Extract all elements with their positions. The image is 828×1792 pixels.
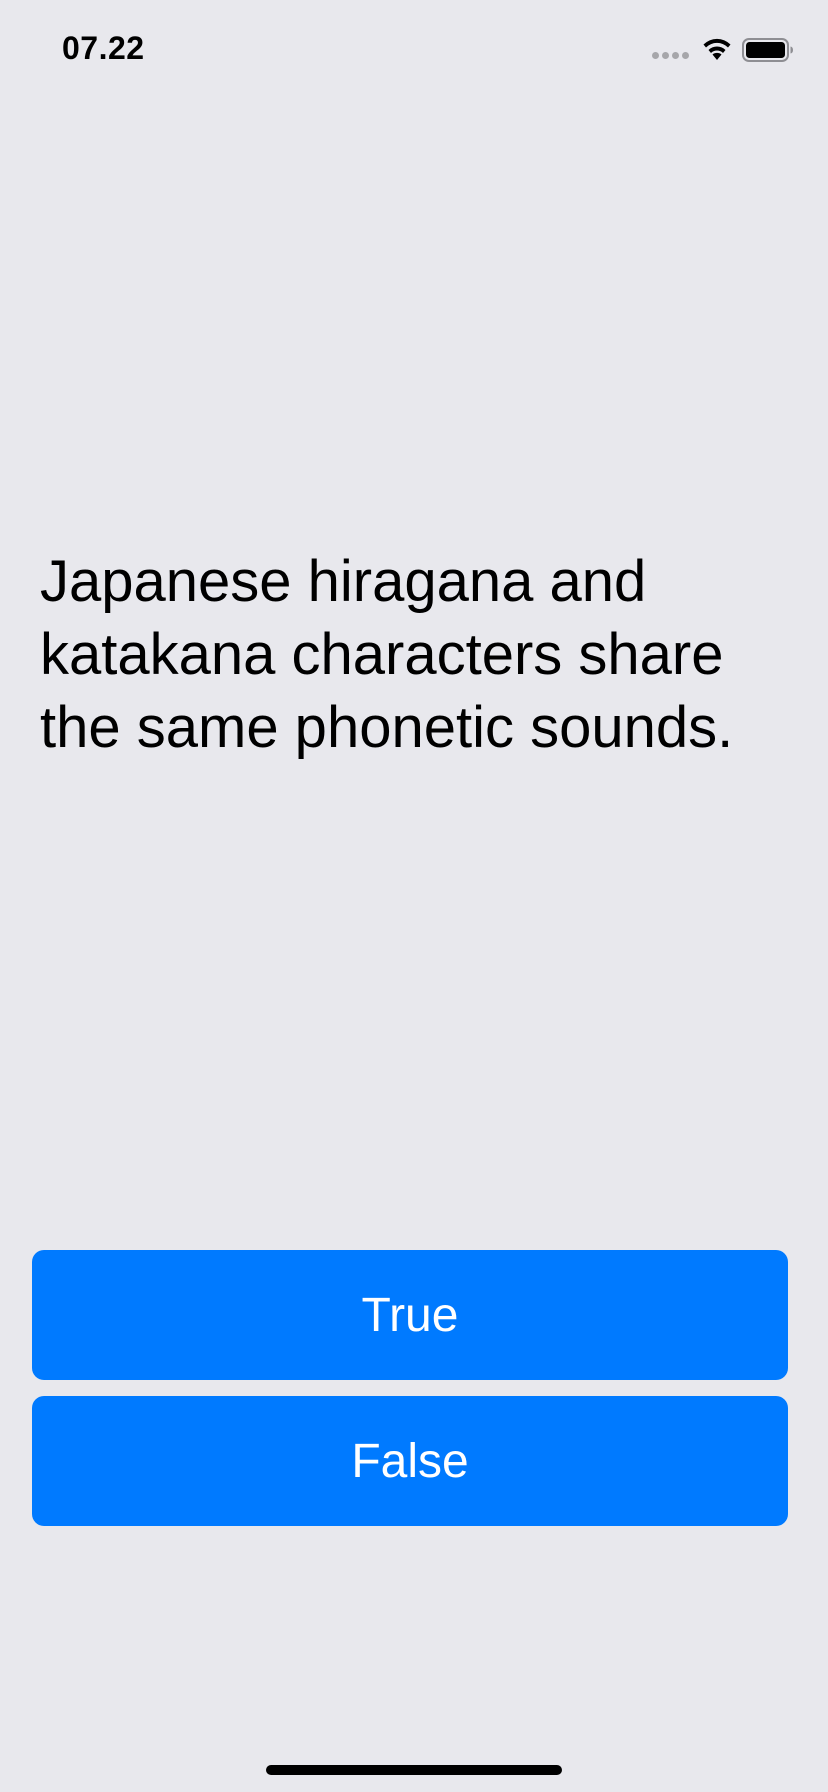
status-time: 07.22: [62, 30, 145, 66]
true-button[interactable]: True: [32, 1250, 788, 1380]
signal-dots-icon: [652, 52, 690, 62]
wifi-icon: [703, 38, 731, 60]
home-indicator[interactable]: [266, 1765, 562, 1775]
true-button-label: True: [361, 1288, 459, 1342]
question-text: Japanese hiragana and katakana character…: [40, 549, 734, 760]
false-button-label: False: [351, 1434, 469, 1488]
status-bar: 07.22: [0, 0, 828, 100]
battery-icon: [742, 38, 793, 62]
false-button[interactable]: False: [32, 1396, 788, 1526]
